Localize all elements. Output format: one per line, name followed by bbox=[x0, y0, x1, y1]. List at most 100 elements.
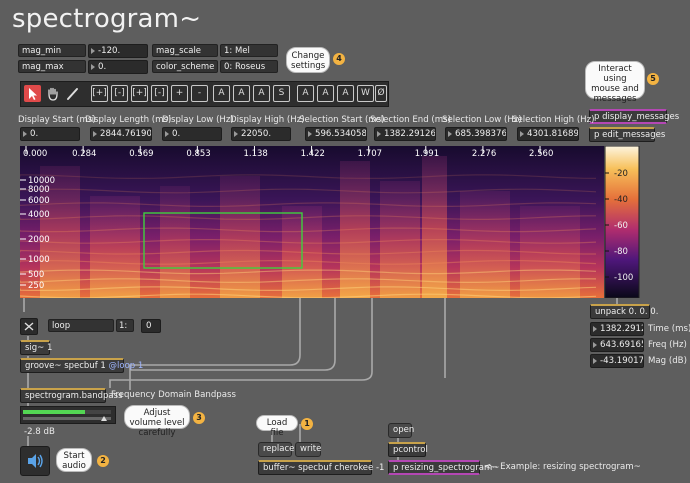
color-scheme-menu[interactable]: 0: Roseus bbox=[220, 60, 278, 73]
edit-messages-subpatch[interactable]: p edit_messages bbox=[589, 127, 665, 142]
gain-readout: -2.8 dB bbox=[24, 427, 55, 437]
step-badge-3: 3 bbox=[193, 412, 205, 424]
open-message[interactable]: open bbox=[388, 423, 414, 438]
step-badge-5: 5 bbox=[647, 73, 659, 85]
spectrogram-display[interactable]: 0.000 0.284 0.569 0.853 1.138 1.422 1.707 1.991… bbox=[20, 146, 604, 298]
display-messages-subpatch[interactable]: p display_messages bbox=[589, 109, 679, 124]
audio-on-button[interactable] bbox=[20, 446, 50, 476]
mag-max-label: mag_max bbox=[18, 60, 86, 73]
hand-tool-button[interactable] bbox=[44, 85, 61, 102]
close-x-icon bbox=[24, 322, 34, 331]
time-tick-label: 1.138 bbox=[243, 149, 267, 159]
interact-bubble: Interact using mouse and messages bbox=[585, 61, 645, 104]
colorbar-tick-label: -40 bbox=[614, 195, 628, 205]
display-low-label: Display Low (Hz) bbox=[162, 115, 234, 125]
auto-button-1[interactable]: A bbox=[213, 85, 230, 102]
freq-tick-label: 500 bbox=[28, 270, 44, 280]
time-tick-label: 0.569 bbox=[129, 149, 153, 159]
resizing-subpatch[interactable]: p resizing_spectrogram~ bbox=[388, 460, 499, 475]
loop-menu[interactable]: 1: bbox=[116, 319, 134, 332]
freq-tick-label: 8000 bbox=[28, 185, 50, 195]
zoom-time-out-button[interactable]: [-] bbox=[111, 85, 128, 102]
zoom-freq-out-button[interactable]: [-] bbox=[151, 85, 168, 102]
zoom-out-button[interactable]: - bbox=[191, 85, 208, 102]
gain-slider[interactable] bbox=[20, 406, 116, 424]
number-arrow-icon bbox=[93, 130, 97, 137]
unpack-object[interactable]: unpack 0. 0. 0. bbox=[590, 304, 658, 319]
time-readout-label: Time (ms) bbox=[648, 324, 690, 334]
pencil-tool-button[interactable] bbox=[64, 85, 81, 102]
pointer-tool-button[interactable] bbox=[24, 85, 41, 102]
mag-scale-menu[interactable]: 1: Mel bbox=[220, 44, 278, 57]
loop-toggle[interactable] bbox=[20, 318, 38, 335]
step-badge-2: 2 bbox=[97, 455, 109, 467]
selection-start-field[interactable]: 596.534058 bbox=[305, 127, 367, 141]
start-audio-bubble: Start audio bbox=[56, 448, 92, 472]
sig-object[interactable]: sig~ 1 bbox=[20, 340, 52, 355]
colorbar-tick-label: -60 bbox=[614, 221, 628, 231]
number-arrow-icon bbox=[520, 130, 524, 137]
colorbar: -20 -40 -60 -80 -100 bbox=[604, 146, 640, 298]
display-high-label: Display High (Hz) bbox=[230, 115, 305, 125]
write-message[interactable]: write bbox=[295, 442, 321, 457]
mag-max-field[interactable]: 0. bbox=[88, 60, 148, 74]
gain-level-meter bbox=[23, 410, 85, 414]
selection-low-label: Selection Low (Hz) bbox=[442, 115, 522, 125]
freq-tick-label: 250 bbox=[28, 281, 44, 291]
select-all-button[interactable]: S bbox=[273, 85, 290, 102]
display-high-field[interactable]: 22050. bbox=[231, 127, 291, 141]
auto-button-4[interactable]: A bbox=[297, 85, 314, 102]
time-tick-label: 0.853 bbox=[186, 149, 210, 159]
selection-low-field[interactable]: 685.398376 bbox=[445, 127, 507, 141]
display-start-field[interactable]: 0. bbox=[20, 127, 80, 141]
replace-message[interactable]: replace bbox=[258, 442, 294, 457]
number-arrow-icon bbox=[165, 130, 169, 137]
zoom-time-in-button[interactable]: [+] bbox=[91, 85, 108, 102]
freq-tick-label: 2000 bbox=[28, 235, 50, 245]
loop-label: loop bbox=[48, 319, 114, 332]
time-tick-label: 1.991 bbox=[415, 149, 439, 159]
bandpass-caption: Frequency Domain Bandpass bbox=[111, 390, 236, 400]
zoom-in-button[interactable]: + bbox=[171, 85, 188, 102]
mag-scale-label: mag_scale bbox=[152, 44, 218, 57]
display-low-field[interactable]: 0. bbox=[162, 127, 222, 141]
time-tick-label: 2.276 bbox=[472, 149, 496, 159]
hand-icon bbox=[48, 87, 58, 101]
clear-selection-button[interactable]: Ø bbox=[375, 85, 387, 102]
colorbar-tick-label: -20 bbox=[614, 169, 628, 179]
spectrogram-toolbar: [+] [-] [+] [-] + - A A A S A A A W Ø bbox=[20, 81, 389, 107]
mag-min-label: mag_min bbox=[18, 44, 86, 57]
auto-button-2[interactable]: A bbox=[233, 85, 250, 102]
step-badge-1: 1 bbox=[301, 418, 313, 430]
groove-object[interactable]: groove~ specbuf 1 @loop 1 bbox=[20, 358, 143, 373]
time-readout: 1382.29126 bbox=[590, 322, 644, 336]
pcontrol-object[interactable]: pcontrol bbox=[388, 442, 428, 457]
time-tick-label: 0.284 bbox=[72, 149, 96, 159]
adjust-volume-bubble: Adjust volume level carefully bbox=[124, 405, 190, 438]
gain-thumb[interactable] bbox=[101, 416, 107, 421]
loop-number[interactable]: 0 bbox=[141, 319, 161, 333]
colorbar-tick-label: -100 bbox=[614, 273, 633, 283]
zoom-freq-in-button[interactable]: [+] bbox=[131, 85, 148, 102]
freq-tick-label: 1000 bbox=[28, 255, 50, 265]
whole-view-button[interactable]: W bbox=[357, 85, 374, 102]
auto-button-3[interactable]: A bbox=[253, 85, 270, 102]
display-length-field[interactable]: 2844.76190 bbox=[90, 127, 152, 141]
buffer-object[interactable]: buffer~ specbuf cherokee -1 1 bbox=[258, 460, 393, 475]
selection-high-label: Selection High (Hz) bbox=[512, 115, 595, 125]
display-length-label: Display Length (ms) bbox=[85, 115, 172, 125]
freq-tick-label: 4000 bbox=[28, 210, 50, 220]
time-tick-label: 1.422 bbox=[301, 149, 325, 159]
number-arrow-icon bbox=[91, 63, 95, 70]
number-arrow-icon bbox=[308, 130, 312, 137]
load-file-bubble: Load file bbox=[256, 415, 298, 438]
number-arrow-icon bbox=[91, 47, 95, 54]
pencil-icon bbox=[67, 88, 78, 100]
auto-button-5[interactable]: A bbox=[317, 85, 334, 102]
speaker-icon bbox=[28, 454, 43, 468]
auto-button-6[interactable]: A bbox=[337, 85, 354, 102]
selection-end-field[interactable]: 1382.29126 bbox=[374, 127, 436, 141]
mag-min-field[interactable]: -120. bbox=[88, 44, 148, 58]
bandpass-object[interactable]: spectrogram.bandpass bbox=[20, 388, 123, 403]
selection-high-field[interactable]: 4301.81689 bbox=[517, 127, 579, 141]
